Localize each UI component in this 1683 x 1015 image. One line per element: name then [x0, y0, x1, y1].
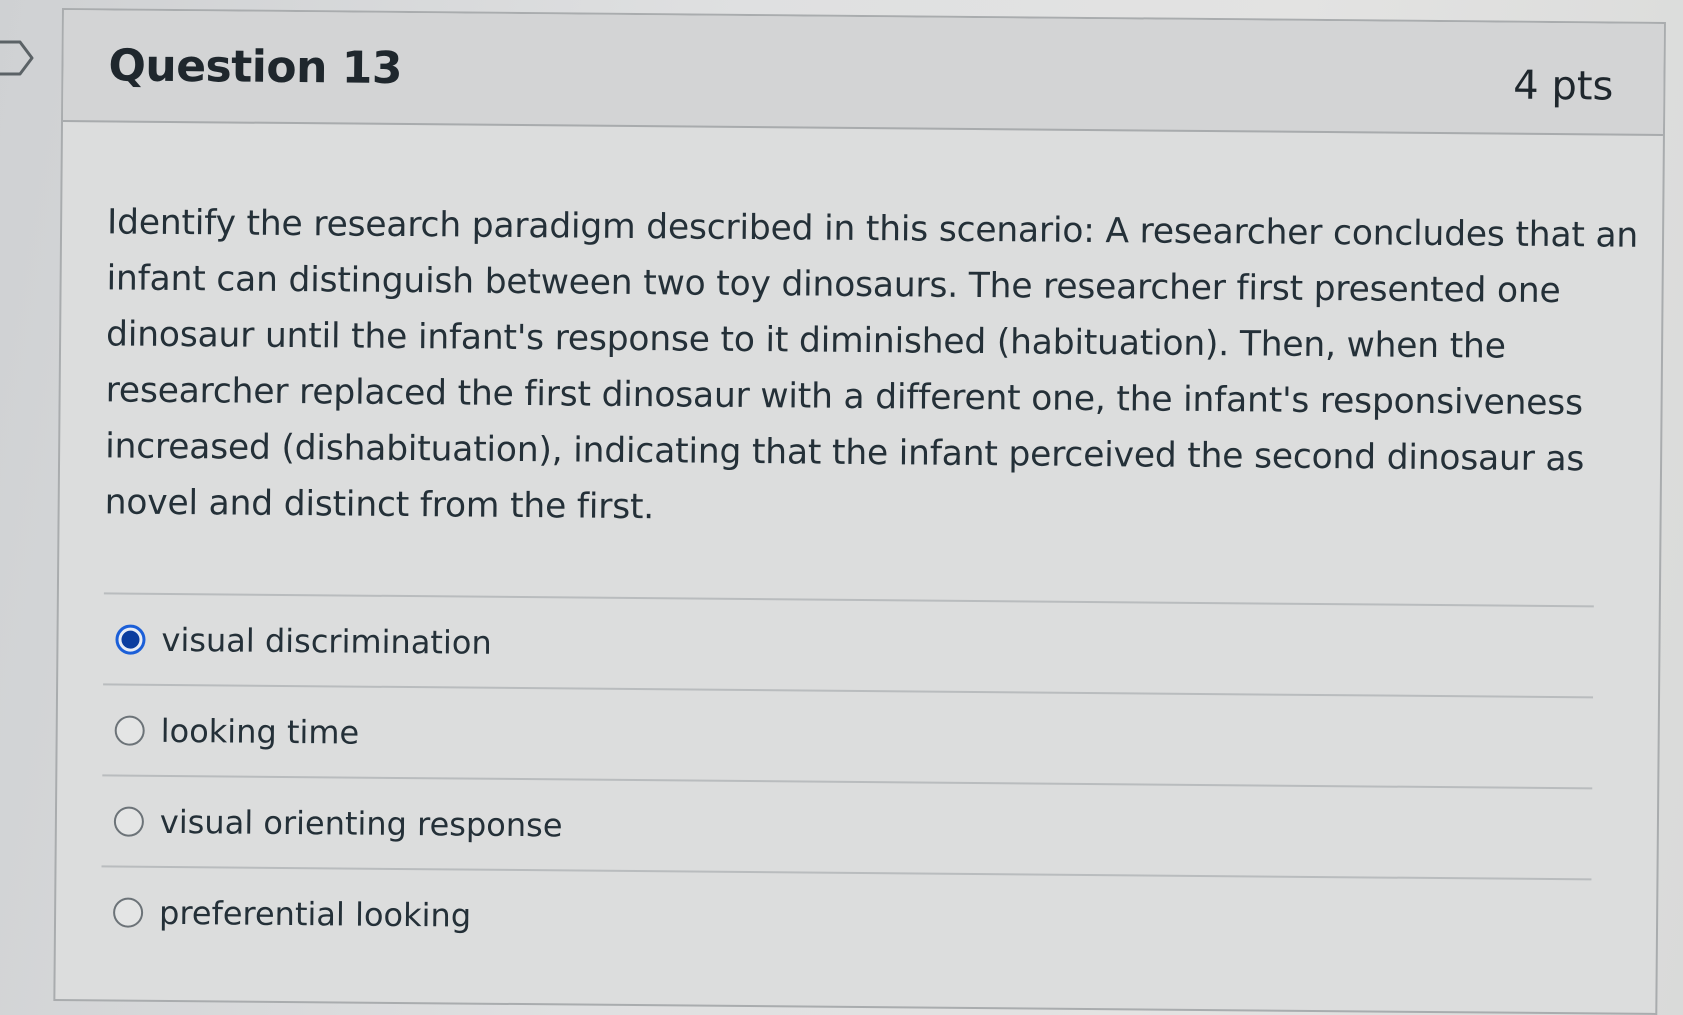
radio-selected-icon[interactable] [115, 623, 146, 655]
answer-option-visual-orienting-response[interactable]: visual orienting response [101, 774, 1593, 879]
radio-unselected-icon[interactable] [112, 896, 144, 928]
radio-unselected-icon[interactable] [113, 805, 145, 837]
answer-option-looking-time[interactable]: looking time [102, 683, 1594, 788]
answer-label[interactable]: visual orienting response [160, 802, 563, 844]
answer-option-preferential-looking[interactable]: preferential looking [100, 865, 1592, 970]
question-body: Identify the research paradigm described… [56, 122, 1663, 970]
quiz-page: Question 13 4 pts Identify the research … [0, 0, 1683, 1015]
answer-list: visual discrimination looking time visua… [100, 592, 1594, 970]
answer-label[interactable]: preferential looking [159, 893, 471, 934]
answer-label[interactable]: looking time [161, 711, 360, 751]
question-text: Identify the research paradigm described… [104, 202, 1639, 528]
radio-unselected-icon[interactable] [114, 714, 145, 746]
answer-option-visual-discrimination[interactable]: visual discrimination [103, 592, 1594, 697]
question-card: Question 13 4 pts Identify the research … [53, 8, 1666, 1015]
question-points: 4 pts [1513, 62, 1614, 110]
flag-question-icon[interactable] [0, 40, 38, 76]
answer-label[interactable]: visual discrimination [161, 620, 492, 661]
radio-dot [121, 630, 140, 649]
question-header: Question 13 4 pts [63, 10, 1664, 136]
question-title: Question 13 [108, 40, 403, 94]
